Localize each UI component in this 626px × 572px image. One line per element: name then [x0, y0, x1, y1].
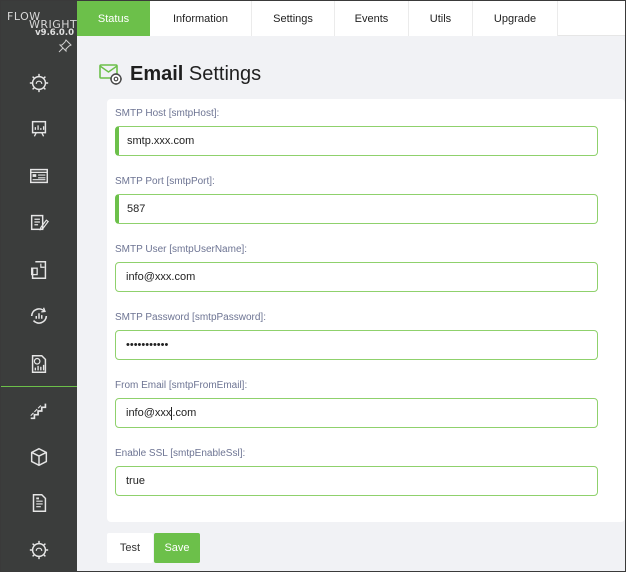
sidebar-item-11[interactable]: [1, 527, 77, 571]
tab-bar: Status Information Settings Events Utils…: [77, 1, 625, 36]
email-settings-icon: [99, 64, 122, 85]
version-label: v9.6.0.0: [35, 28, 74, 38]
sidebar-item-2[interactable]: [1, 106, 77, 152]
app-window: FLOW WRIGHT v9.6.0.0 Status Information …: [0, 0, 626, 572]
logo: FLOW WRIGHT v9.6.0.0: [1, 1, 77, 57]
sidebar: FLOW WRIGHT v9.6.0.0: [1, 1, 77, 571]
clipboard-edit-icon: [30, 214, 50, 231]
pin-icon[interactable]: [58, 39, 72, 53]
cube-icon: [30, 447, 48, 467]
smtp-host-label: SMTP Host [smtpHost]:: [115, 108, 220, 119]
smtp-host-input[interactable]: smtp.xxx.com: [115, 126, 598, 156]
monitor-chart-icon: [31, 120, 47, 137]
sidebar-item-8[interactable]: [1, 388, 77, 434]
sidebar-item-1[interactable]: [1, 60, 77, 106]
enable-ssl-label: Enable SSL [smtpEnableSsl]:: [115, 448, 246, 459]
email-settings-form: SMTP Host [smtpHost]: smtp.xxx.com SMTP …: [107, 99, 625, 522]
sidebar-item-10[interactable]: [1, 480, 77, 526]
tab-utils[interactable]: Utils: [409, 1, 473, 36]
page-heading: Email Settings: [99, 59, 261, 89]
from-email-label: From Email [smtpFromEmail]:: [115, 380, 248, 391]
tab-events[interactable]: Events: [335, 1, 409, 36]
test-button[interactable]: Test: [107, 533, 153, 563]
smtp-password-input[interactable]: •••••••••••: [115, 330, 598, 360]
smtp-port-label: SMTP Port [smtpPort]:: [115, 176, 215, 187]
cycle-chart-icon: [30, 307, 48, 324]
stairs-icon: [30, 403, 47, 420]
smtp-user-label: SMTP User [smtpUserName]:: [115, 244, 248, 255]
smtp-user-input[interactable]: info@xxx.com: [115, 262, 598, 292]
document-list-icon: [32, 494, 47, 512]
smtp-password-label: SMTP Password [smtpPassword]:: [115, 312, 266, 323]
page-title-bold: Email: [130, 62, 184, 85]
save-button[interactable]: Save: [154, 533, 200, 563]
sidebar-item-9[interactable]: [1, 434, 77, 480]
gear-brain-icon: [29, 540, 49, 560]
from-email-input[interactable]: info@xxx .com: [115, 398, 598, 428]
page-title-rest: Settings: [183, 62, 262, 85]
sidebar-item-4[interactable]: [1, 199, 77, 245]
gear-brain-icon: [29, 73, 49, 93]
tab-upgrade[interactable]: Upgrade: [473, 1, 558, 36]
sidebar-item-7[interactable]: [1, 341, 77, 387]
document-corner-icon: [31, 261, 47, 279]
sidebar-item-6[interactable]: [1, 293, 77, 339]
tab-settings[interactable]: Settings: [252, 1, 335, 36]
sidebar-item-5[interactable]: [1, 247, 77, 293]
report-chart-icon: [31, 355, 47, 373]
tab-status[interactable]: Status: [77, 1, 150, 36]
from-email-value-end: .com: [172, 407, 197, 419]
sidebar-divider: [1, 386, 77, 387]
from-email-value-start: info@xxx: [126, 407, 172, 419]
page-title: Email Settings: [130, 63, 261, 86]
dashboard-list-icon: [30, 168, 48, 184]
enable-ssl-input[interactable]: true: [115, 466, 598, 496]
tab-information[interactable]: Information: [150, 1, 252, 36]
smtp-port-input[interactable]: 587: [115, 194, 598, 224]
sidebar-item-3[interactable]: [1, 153, 77, 199]
